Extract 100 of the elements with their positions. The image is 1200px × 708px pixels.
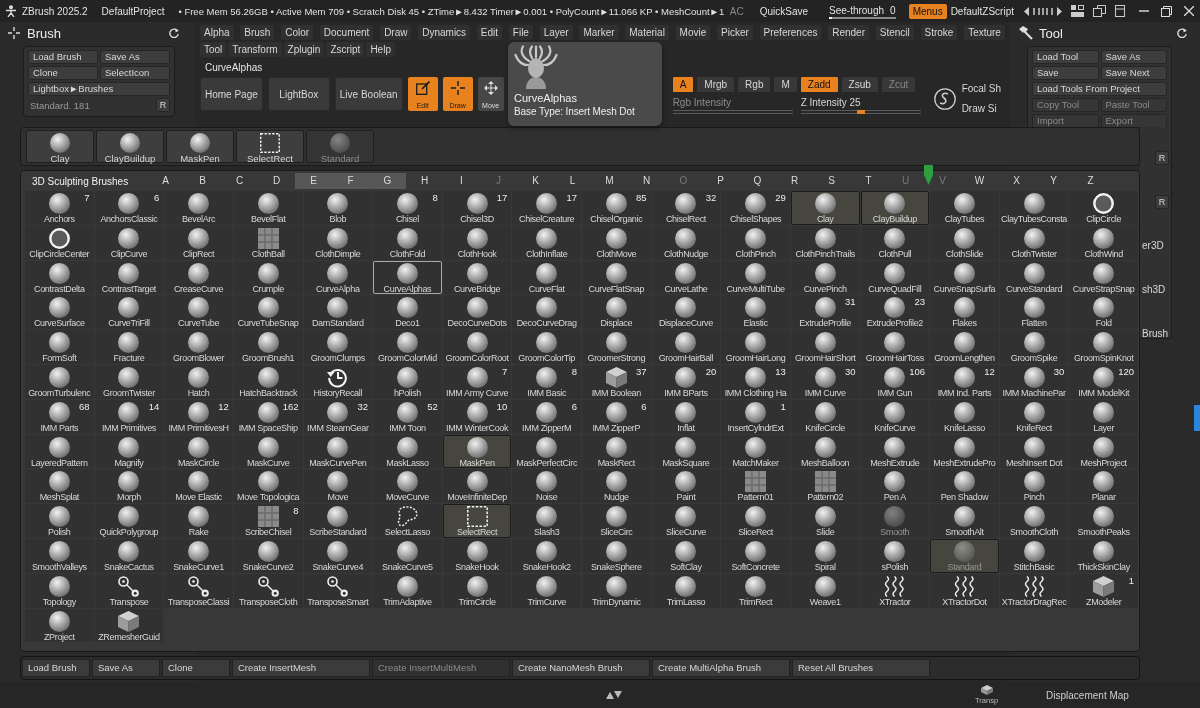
channel-toggle[interactable]: M [774, 77, 797, 92]
palette-item[interactable]: SnakeCurve1 [164, 538, 233, 573]
palette-item[interactable]: ClothTwister [999, 225, 1069, 260]
palette-item[interactable]: KnifeCircle [790, 399, 860, 434]
palette-item[interactable]: ClothHook [442, 225, 512, 260]
palette-item[interactable]: ClothFold [373, 225, 442, 260]
palette-item[interactable]: CurveLathe [651, 260, 721, 295]
palette-item[interactable]: 37 IMM Boolean [582, 365, 651, 399]
palette-item[interactable]: DisplaceCurve [651, 295, 721, 330]
menu-item[interactable]: Help [366, 42, 395, 57]
palette-item[interactable]: 8 Chisel [373, 191, 442, 225]
palette-item[interactable]: 12 IMM Ind. Parts [930, 365, 999, 399]
palette-item[interactable]: Move Topologica [233, 469, 303, 504]
palette-item[interactable]: XTractorDot [930, 573, 999, 608]
palette-item[interactable]: TrimCurve [512, 573, 581, 608]
palette-item[interactable]: BevelArc [164, 191, 233, 225]
palette-item[interactable]: 8 IMM Basic [512, 365, 581, 399]
palette-item[interactable]: MaskPen [442, 434, 512, 469]
palette-item[interactable]: SelectLasso [373, 504, 442, 538]
palette-item[interactable]: GroomColorMid [373, 330, 442, 364]
palette-item[interactable]: CurvePinch [790, 260, 860, 295]
letter-link[interactable]: C [221, 173, 258, 189]
palette-item[interactable]: 32 ChiselRect [651, 191, 721, 225]
panel-button[interactable]: Save [1032, 66, 1099, 80]
menu-item[interactable]: Draw [380, 25, 412, 40]
palette-item[interactable]: Pattern01 [721, 469, 790, 504]
menu-item[interactable]: Texture [964, 25, 1005, 40]
see-through-slider[interactable]: See-through 0 [824, 3, 901, 19]
palette-item[interactable]: BevelFlat [233, 191, 303, 225]
palette-item[interactable]: TransposeCloth [233, 573, 303, 608]
letter-link[interactable]: S [813, 173, 850, 189]
focal-shift-setting[interactable]: Focal Sh [961, 81, 1002, 96]
palette-item[interactable]: ClothBall [233, 225, 303, 260]
palette-item[interactable]: Paint [651, 469, 721, 504]
palette-item[interactable]: 7 IMM Army Curve [442, 365, 512, 399]
palette-item[interactable]: Nudge [582, 469, 651, 504]
panel-button[interactable]: Save As [1100, 50, 1167, 64]
menu-item[interactable]: Document [319, 25, 374, 40]
palette-item[interactable]: MaskLasso [373, 434, 442, 469]
palette-item[interactable]: GroomBlower [164, 330, 233, 364]
palette-item[interactable]: ClipRect [164, 225, 233, 260]
letter-link[interactable]: T [850, 173, 887, 189]
palette-item[interactable]: ClothNudge [651, 225, 721, 260]
palette-item[interactable]: TransposeSmart [303, 573, 373, 608]
palette-item[interactable]: SliceCurve [651, 504, 721, 538]
palette-item[interactable]: ZRemesherGuid [94, 608, 164, 643]
reset-button[interactable]: R [1155, 151, 1169, 165]
palette-item[interactable]: SnakeCurve2 [233, 538, 303, 573]
recent-item[interactable]: MaskPen [166, 130, 234, 163]
shelf-button[interactable]: Live Boolean [334, 77, 403, 111]
palette-item[interactable]: KnifeRect [999, 399, 1069, 434]
menu-item[interactable]: Transform [228, 42, 282, 57]
palette-item[interactable]: MaskRect [582, 434, 651, 469]
action-button[interactable]: Create MultiAlpha Brush [652, 659, 790, 677]
letter-link[interactable]: N [628, 173, 665, 189]
palette-item[interactable]: Blob [303, 191, 373, 225]
palette-item[interactable]: Deco1 [373, 295, 442, 330]
recent-item[interactable]: Clay [26, 130, 94, 163]
letter-link[interactable]: P [702, 173, 739, 189]
palette-item[interactable]: ClayBuildup [860, 191, 930, 225]
project-name[interactable]: DefaultProject [101, 5, 165, 17]
palette-item[interactable]: Magnify [94, 434, 164, 469]
palette-item[interactable]: FormSoft [25, 330, 94, 364]
palette-item[interactable]: KnifeCurve [860, 399, 930, 434]
palette-item[interactable]: MeshExtrudePro [930, 434, 999, 469]
shelf-button[interactable]: Home Page [200, 77, 263, 111]
letter-link[interactable]: W [961, 173, 998, 189]
palette-item[interactable]: Fold [1069, 295, 1138, 330]
recent-item[interactable]: ClayBuildup [96, 130, 164, 163]
palette-item[interactable]: 106 IMM Gun [860, 365, 930, 399]
palette-item[interactable]: CurveAlpha [303, 260, 373, 295]
intensity-slider[interactable]: Z Intensity 25 [800, 97, 921, 114]
letter-link[interactable]: M [591, 173, 628, 189]
palette-item[interactable]: Elastic [721, 295, 790, 330]
menu-item[interactable]: Tool [200, 42, 227, 57]
letter-link[interactable]: G [369, 173, 406, 189]
palette-item[interactable]: CurveSnapSurfa [930, 260, 999, 295]
palette-item[interactable]: Morph [94, 469, 164, 504]
palette-item[interactable]: Displace [582, 295, 651, 330]
palette-item[interactable]: Layer [1069, 399, 1138, 434]
palette-item[interactable]: MaskCurvePen [303, 434, 373, 469]
menu-item[interactable]: Edit [476, 25, 503, 40]
quicksave-button[interactable]: QuickSave [759, 5, 808, 17]
menu-item[interactable]: Alpha [200, 25, 234, 40]
palette-item[interactable]: Slash3 [512, 504, 581, 538]
letter-link[interactable]: L [554, 173, 591, 189]
palette-item[interactable]: 6 IMM ZipperP [582, 399, 651, 434]
palette-item[interactable]: MeshExtrude [860, 434, 930, 469]
panel-button[interactable]: Load Tool [1032, 50, 1099, 64]
palette-item[interactable]: ZProject [25, 608, 94, 643]
palette-item[interactable]: ClipCircleCenter [25, 225, 94, 260]
letter-link[interactable]: F [332, 173, 369, 189]
palette-item[interactable]: CurveTriFill [94, 295, 164, 330]
autosave-toggle[interactable]: AC [729, 5, 744, 17]
menu-item[interactable]: Zplugin [283, 42, 325, 57]
palette-item[interactable]: CreaseCurve [164, 260, 233, 295]
palette-item[interactable]: ContrastTarget [94, 260, 164, 295]
palette-item[interactable]: 12 IMM PrimitivesH [164, 399, 233, 434]
palette-item[interactable]: SmoothValleys [25, 538, 94, 573]
palette-item[interactable]: GroomHairToss [860, 330, 930, 364]
